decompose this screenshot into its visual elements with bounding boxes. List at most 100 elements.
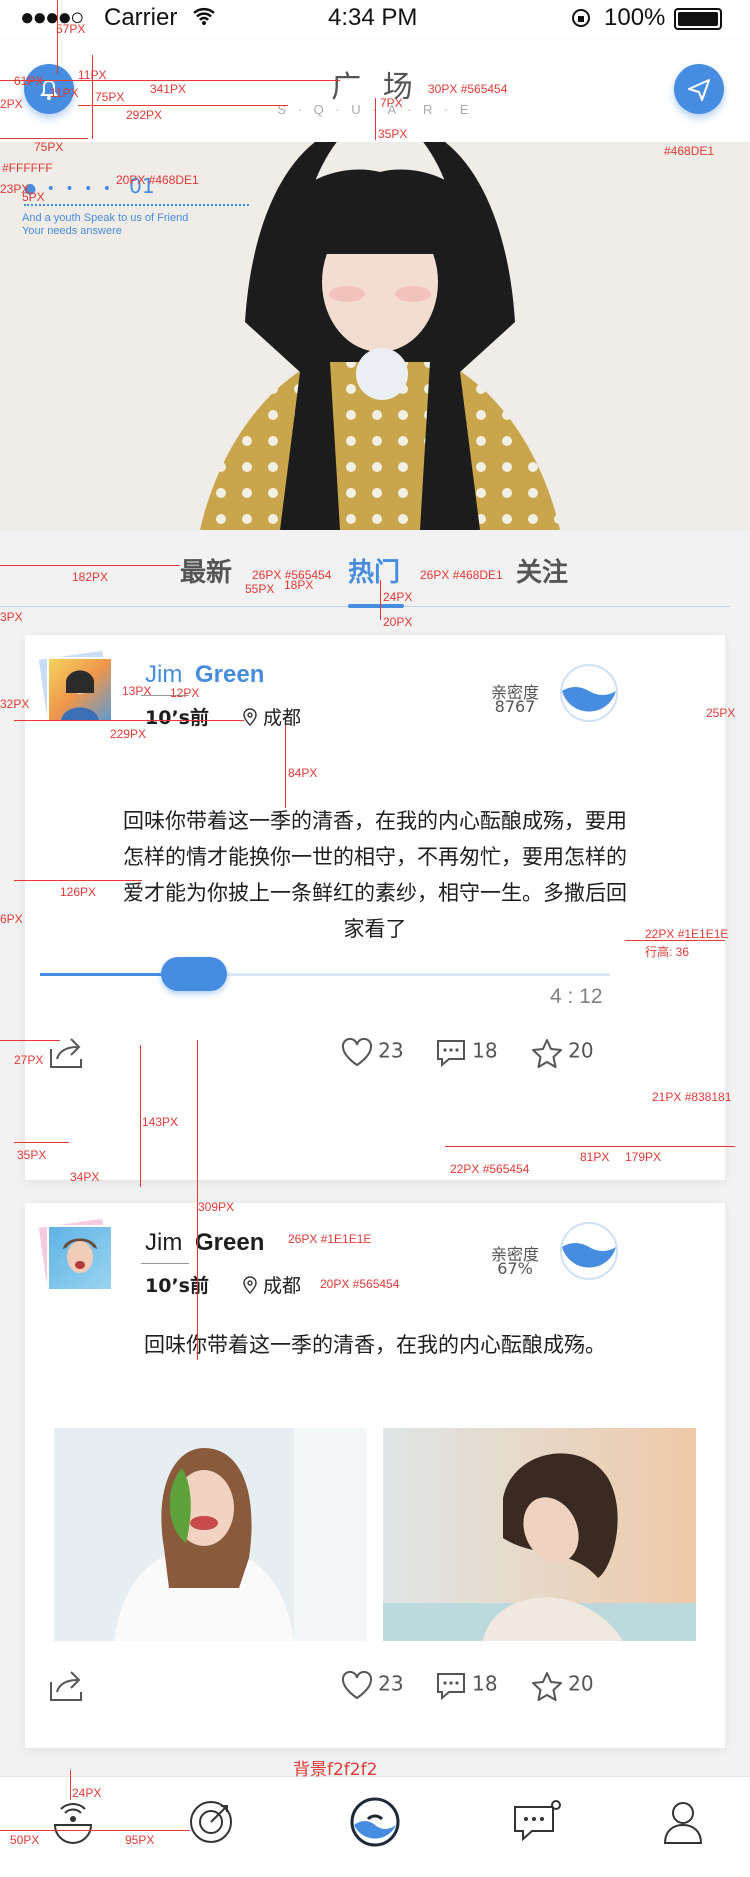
comment-icon	[437, 1040, 465, 1068]
annotation-line	[0, 1830, 190, 1831]
post-location[interactable]: 成都	[243, 1271, 301, 1298]
nav-profile[interactable]	[660, 1799, 706, 1849]
comment-count: 18	[472, 1038, 498, 1063]
annotation-label: 6PX	[0, 912, 23, 926]
intimacy-gauge[interactable]	[559, 1221, 619, 1285]
annotation-label: 11PX	[78, 68, 107, 82]
annotation-label: 5PX	[22, 190, 45, 204]
annotation-label: 229PX	[110, 727, 147, 741]
wifi-icon	[192, 6, 216, 30]
annotation-label: 32PX	[0, 697, 30, 711]
annotation-label: 25PX	[706, 706, 736, 720]
post-text: 回味你带着这一季的清香，在我的内心酝酿成殇，要用怎样的情才能换你一世的相守，不再…	[123, 809, 627, 941]
avatar-photo	[63, 1238, 97, 1273]
annotation-label: 20PX #468DE1	[116, 173, 199, 187]
annotation-label: 26PX #1E1E1E	[288, 1232, 372, 1246]
favorite-button[interactable]: 20	[531, 1038, 594, 1068]
annotation-label: 7PX	[380, 96, 403, 110]
share-button[interactable]	[47, 1035, 87, 1075]
like-button[interactable]: 23	[341, 1037, 404, 1068]
annotation-label: 行高: 36	[645, 945, 690, 959]
annotation-label: 24PX	[383, 590, 413, 604]
target-icon	[190, 1801, 232, 1843]
avatar-illustration	[61, 670, 99, 721]
feed-tabs: 最新 热门 关注	[0, 530, 750, 610]
nav-home[interactable]	[50, 1799, 96, 1849]
whale-icon	[350, 1797, 400, 1847]
time-label: 4:34 PM	[328, 4, 418, 31]
annotation-label: 309PX	[198, 1200, 235, 1214]
annotation-label: 341PX	[150, 82, 187, 96]
comment-button[interactable]: 18	[435, 1671, 498, 1701]
annotation-label: 50PX	[10, 1833, 40, 1847]
author-last-name: Green	[195, 661, 265, 688]
annotation-line	[380, 580, 381, 620]
avatar[interactable]	[47, 657, 113, 723]
annotation-label: 84PX	[288, 766, 318, 780]
intimacy-gauge[interactable]	[559, 663, 619, 727]
post-text: 回味你带着这一季的清香，在我的内心酝酿成殇。	[144, 1333, 606, 1357]
location-pin-icon	[243, 708, 257, 726]
author-name[interactable]: Jim Green	[145, 1229, 264, 1257]
hero-banner[interactable]: ● • • • • 01 And a youth Speak to us of …	[0, 142, 750, 530]
annotation-label: 34PX	[70, 1170, 100, 1184]
annotation-line	[445, 1146, 735, 1147]
share-button[interactable]	[47, 1668, 87, 1708]
post-location[interactable]: 成都	[243, 703, 301, 730]
tab-following[interactable]: 关注	[516, 552, 568, 589]
heart-icon	[341, 1037, 373, 1067]
favorite-count: 20	[568, 1038, 594, 1063]
author-name[interactable]: Jim Green	[145, 661, 264, 689]
audio-duration: 4 : 12	[550, 985, 603, 1008]
audio-progress-handle[interactable]	[161, 957, 227, 991]
favorite-button[interactable]: 20	[531, 1671, 594, 1701]
annotation-label: 55PX	[245, 582, 275, 596]
annotation-line	[78, 105, 288, 106]
name-underline	[141, 1263, 189, 1264]
avatar[interactable]	[47, 1225, 113, 1291]
annotation-label: 30PX #565454	[428, 82, 508, 96]
post-image-2[interactable]	[383, 1428, 696, 1641]
water-gauge-icon	[560, 1222, 618, 1280]
annotation-line	[14, 1142, 69, 1143]
tab-active-indicator	[348, 604, 404, 608]
comment-button[interactable]: 18	[435, 1038, 498, 1068]
send-button[interactable]	[674, 64, 724, 114]
tab-popular[interactable]: 热门	[348, 552, 400, 589]
annotation-label: 75PX	[34, 140, 64, 154]
annotation-label: 126PX	[60, 885, 97, 899]
location-label: 成都	[263, 707, 302, 729]
post-image-1[interactable]	[54, 1428, 367, 1641]
like-button[interactable]: 23	[341, 1670, 404, 1701]
battery-icon	[674, 8, 722, 30]
comment-icon	[437, 1673, 465, 1701]
nav-discover[interactable]	[188, 1799, 234, 1849]
intimacy-value: 67%	[497, 1259, 533, 1278]
comment-count: 18	[472, 1671, 498, 1696]
annotation-label: 18PX	[284, 578, 314, 592]
status-bar: ●●●●○ Carrier 4:34 PM 100%	[0, 0, 750, 40]
annotation-line	[140, 1045, 141, 1187]
annotation-label: 27PX	[14, 1053, 44, 1067]
annotation-label: #468DE1	[664, 144, 715, 158]
annotation-line	[14, 880, 142, 881]
audio-progress-fill	[40, 973, 172, 976]
nav-square[interactable]	[350, 1797, 400, 1851]
annotation-label: 57PX	[56, 22, 86, 36]
annotation-line	[375, 98, 376, 140]
star-icon	[532, 1039, 562, 1068]
carrier-label: Carrier	[104, 4, 178, 31]
annotation-line	[57, 0, 58, 74]
annotation-line	[70, 1770, 71, 1800]
annotation-line	[0, 565, 180, 566]
like-count: 23	[378, 1038, 404, 1063]
nav-messages[interactable]	[512, 1799, 562, 1849]
annotation-label: 22PX #565454	[450, 1162, 530, 1176]
hero-caption-line2: Your needs answere	[22, 225, 122, 237]
share-icon	[50, 1671, 82, 1701]
post-photo-portrait	[383, 1428, 696, 1641]
tab-latest[interactable]: 最新	[180, 552, 232, 589]
annotation-label: 35PX	[378, 127, 408, 141]
audio-progress-track[interactable]	[40, 973, 610, 976]
broadcast-icon	[53, 1803, 93, 1844]
